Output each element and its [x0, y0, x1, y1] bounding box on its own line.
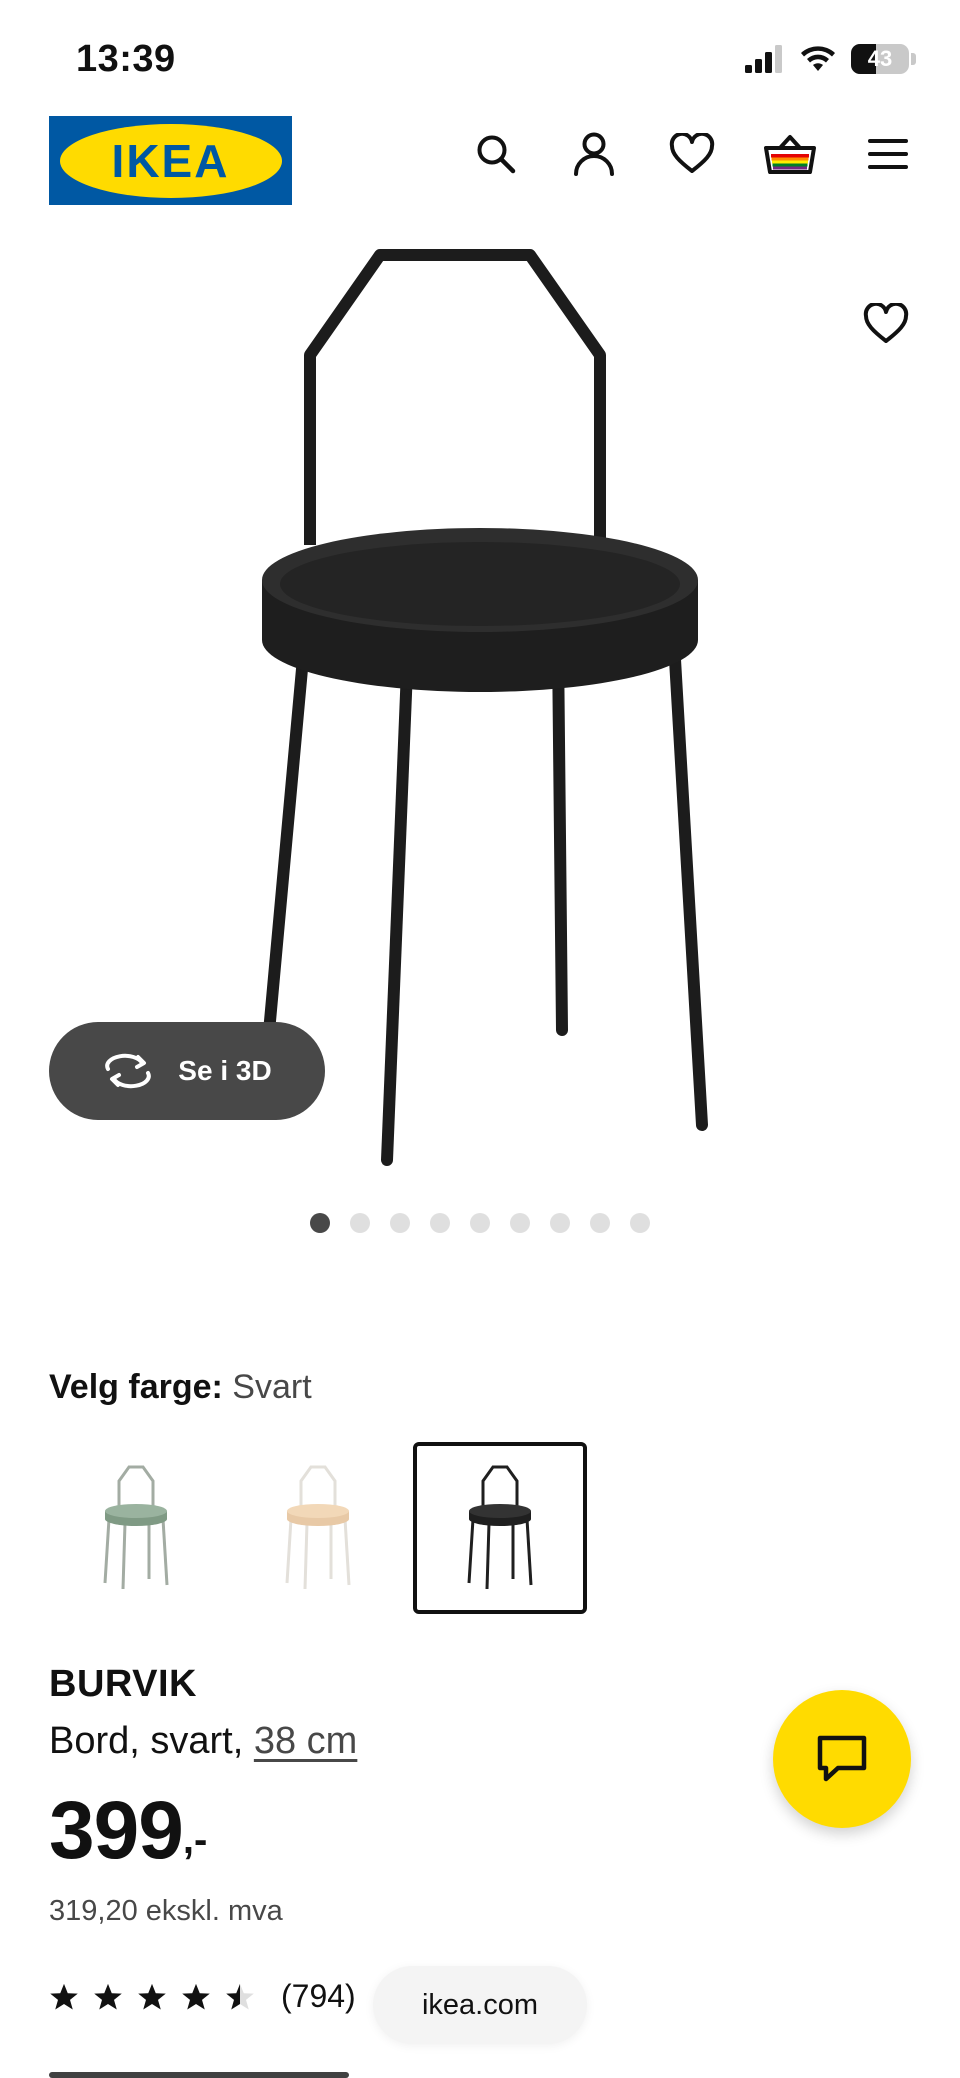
- product-price: 399 ,-: [49, 1790, 207, 1872]
- rating-count: (794): [281, 1978, 356, 2014]
- product-type: Bord, svart,: [49, 1720, 244, 1762]
- rating-stars: [49, 1982, 255, 2012]
- status-time: 13:39: [76, 38, 176, 80]
- color-select-label: Velg farge: Svart: [49, 1368, 312, 1407]
- swatch-beige-image: [285, 1465, 351, 1590]
- wifi-icon: [801, 46, 835, 71]
- logo-text: IKEA: [111, 134, 230, 187]
- star-icon: [138, 1983, 166, 2009]
- heart-icon[interactable]: [664, 126, 720, 182]
- view-3d-button[interactable]: Se i 3D: [49, 1022, 325, 1120]
- rotate-3d-icon: [105, 1053, 152, 1089]
- product-rating[interactable]: (794): [49, 1978, 356, 2015]
- color-label-title: Velg farge:: [49, 1368, 223, 1406]
- gallery-dot[interactable]: [350, 1213, 370, 1233]
- signal-icon: [745, 45, 782, 73]
- price-ex-vat: 319,20 ekskl. mva: [49, 1895, 283, 1927]
- basket-icon[interactable]: [762, 126, 818, 182]
- size-link[interactable]: 38 cm: [254, 1720, 357, 1762]
- swatch-black-image: [467, 1465, 533, 1590]
- swatch-green-image: [103, 1465, 169, 1590]
- ikea-logo[interactable]: IKEA: [49, 116, 292, 205]
- next-section-peek: [49, 2058, 389, 2078]
- gallery-dot[interactable]: [390, 1213, 410, 1233]
- gallery-dot[interactable]: [310, 1213, 330, 1233]
- swatch-green[interactable]: [49, 1442, 223, 1614]
- gallery-pagination: [0, 1213, 960, 1233]
- header-actions: [468, 126, 916, 182]
- gallery-dot[interactable]: [630, 1213, 650, 1233]
- gallery-dot[interactable]: [590, 1213, 610, 1233]
- status-indicators: 43: [745, 42, 916, 76]
- star-icon: [94, 1983, 122, 2009]
- price-integer: 399: [49, 1785, 184, 1876]
- star-icon: [50, 1983, 78, 2009]
- product-description: Bord, svart, 38 cm: [49, 1720, 357, 1763]
- menu-icon[interactable]: [860, 126, 916, 182]
- search-icon[interactable]: [468, 126, 524, 182]
- price-suffix: ,-: [182, 1818, 208, 1862]
- chat-button[interactable]: [773, 1690, 911, 1828]
- color-label-value: Svart: [232, 1368, 312, 1406]
- product-name: BURVIK: [49, 1663, 197, 1705]
- color-swatches: [49, 1442, 587, 1614]
- browser-url-bar[interactable]: ikea.com: [373, 1966, 587, 2044]
- chat-icon: [817, 1735, 867, 1782]
- view-3d-label: Se i 3D: [178, 1055, 272, 1086]
- battery-percent: 43: [867, 46, 893, 71]
- star-icon: [226, 1983, 254, 2009]
- swatch-beige[interactable]: [231, 1442, 405, 1614]
- gallery-dot[interactable]: [430, 1213, 450, 1233]
- gallery-dot[interactable]: [470, 1213, 490, 1233]
- star-icon: [182, 1983, 210, 2009]
- favorite-icon[interactable]: [858, 296, 914, 352]
- account-icon[interactable]: [566, 126, 622, 182]
- gallery-dot[interactable]: [550, 1213, 570, 1233]
- battery-indicator: 43: [851, 44, 909, 74]
- browser-url: ikea.com: [421, 1988, 539, 2021]
- gallery-dot[interactable]: [510, 1213, 530, 1233]
- swatch-black[interactable]: [413, 1442, 587, 1614]
